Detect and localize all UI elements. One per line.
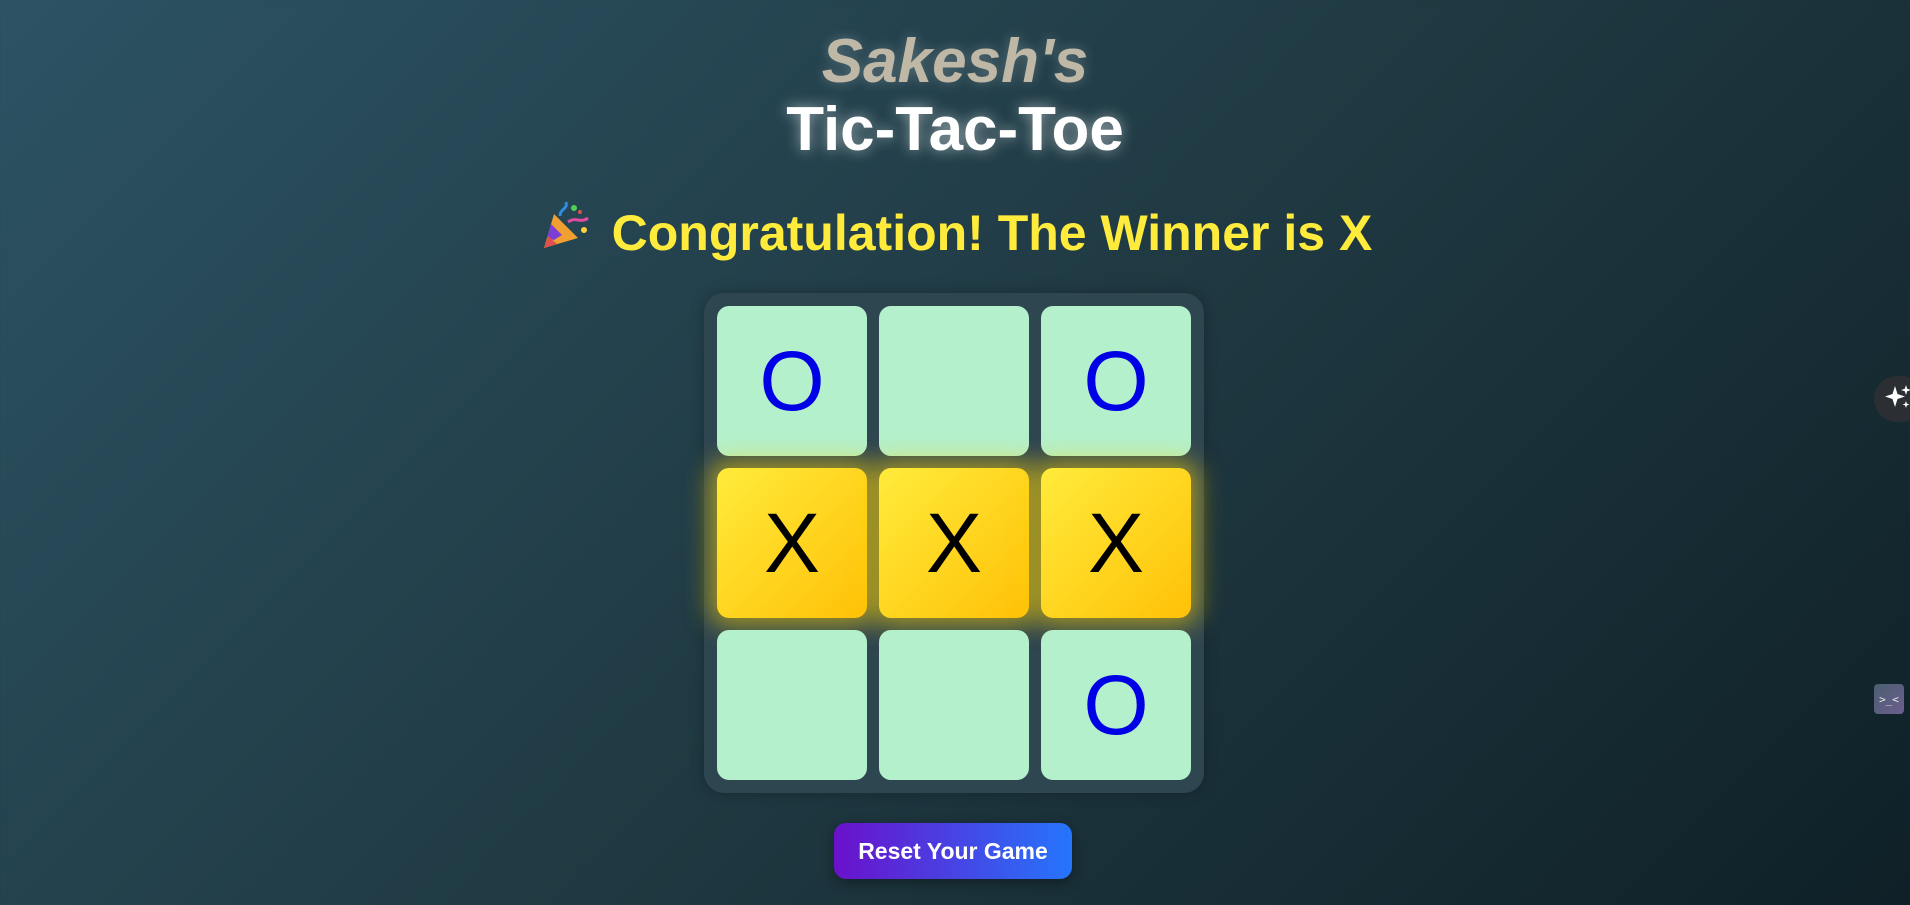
page-title: Tic-Tac-Toe	[786, 95, 1124, 164]
board-cell-3[interactable]: O	[1041, 306, 1191, 456]
board-cell-1[interactable]: O	[717, 306, 867, 456]
board-cell-2[interactable]	[879, 306, 1029, 456]
reset-game-button[interactable]: Reset Your Game	[834, 823, 1072, 879]
game-board: O O X X X O	[704, 293, 1204, 793]
board-cell-8[interactable]	[879, 630, 1029, 780]
winner-status: Congratulation! The Winner is X	[0, 200, 1910, 265]
board-cell-7[interactable]	[717, 630, 867, 780]
board-cell-9[interactable]: O	[1041, 630, 1191, 780]
board-cell-4[interactable]: X	[717, 468, 867, 618]
brand-name: Sakesh's	[821, 27, 1089, 96]
winner-message: Congratulation! The Winner is X	[611, 205, 1373, 261]
sparkle-icon	[1884, 383, 1910, 416]
party-popper-icon	[538, 200, 590, 265]
ai-assistant-button[interactable]	[1874, 376, 1910, 422]
board-cell-5[interactable]: X	[879, 468, 1029, 618]
terminal-icon[interactable]: >_<	[1874, 684, 1904, 714]
page-header: Sakesh's Tic-Tac-Toe	[0, 26, 1910, 166]
board-cell-6[interactable]: X	[1041, 468, 1191, 618]
